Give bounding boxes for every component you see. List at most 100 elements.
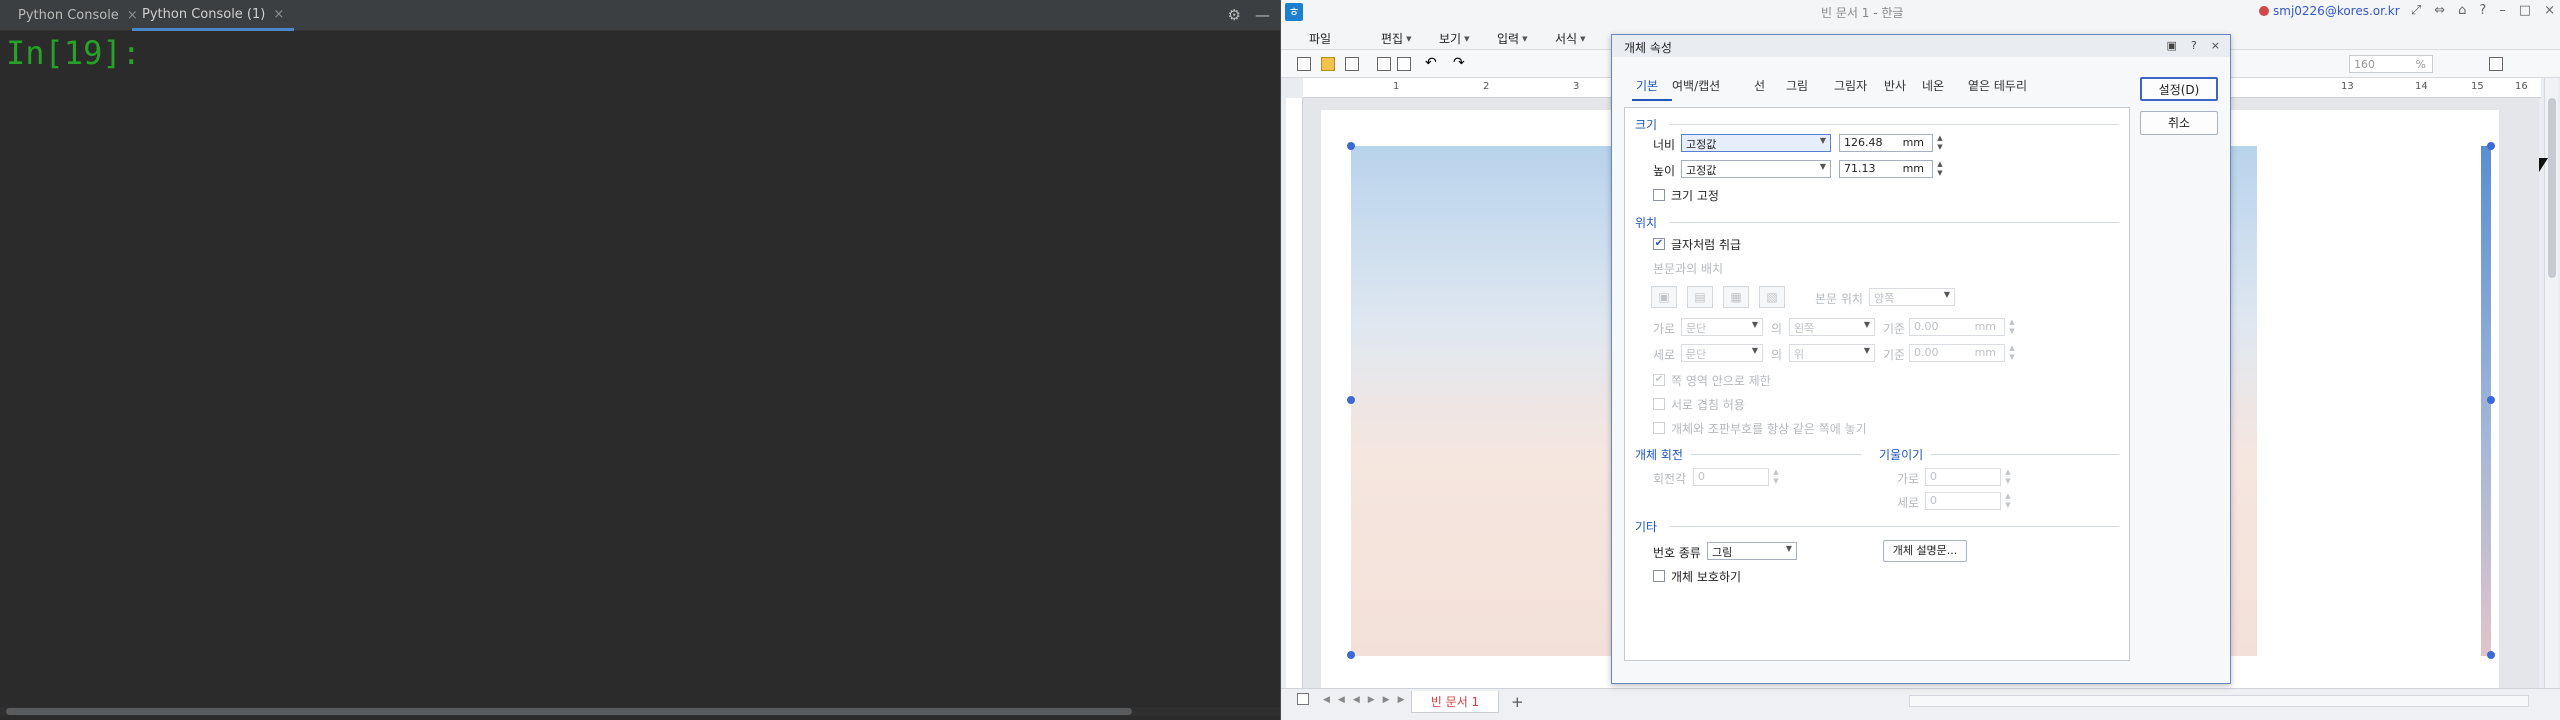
page-nav-arrows[interactable]: ◀◀◀▶▶▶ [1323, 695, 1413, 705]
rotation-angle-spinner[interactable]: ▲ ▼ [1771, 468, 1781, 486]
width-spinner[interactable]: ▲ ▼ [1935, 134, 1945, 152]
width-mode-select[interactable]: 고정값 ▼ [1681, 134, 1831, 152]
close-icon[interactable]: × [2211, 39, 2220, 52]
skew-horizontal-input[interactable]: 0 [1925, 468, 2001, 486]
user-account[interactable]: smj0226@kores.or.kr [2259, 4, 2400, 18]
wrap-square-icon[interactable]: ▣ [1651, 286, 1677, 308]
resize-handle[interactable] [1347, 142, 1355, 150]
tab-shadow[interactable]: 그림자 [1834, 77, 1867, 94]
tab-line[interactable]: 선 [1754, 77, 1765, 94]
select-value: 왼쪽 [1794, 322, 1815, 335]
help-icon[interactable]: ? [2191, 39, 2197, 52]
number-type-select[interactable]: 그림 ▼ [1707, 542, 1797, 560]
fullscreen-icon[interactable]: ⤢ [2411, 3, 2421, 18]
save-icon[interactable] [1345, 57, 1359, 71]
minimize-icon[interactable]: – [2499, 3, 2506, 18]
align-justify-icon[interactable] [2489, 57, 2503, 71]
width-input[interactable]: 126.48 mm [1839, 134, 1933, 152]
vertical-ruler[interactable] [1286, 98, 1303, 688]
console-prompt[interactable]: In[19]: [6, 34, 141, 72]
resize-handle[interactable] [2487, 142, 2495, 150]
menu-file[interactable]: 파일 [1309, 30, 1331, 47]
gear-icon[interactable]: ⚙ [1228, 6, 1241, 24]
print-icon[interactable] [1377, 57, 1391, 71]
hancom-logo-icon[interactable]: ㅎ [1285, 3, 1303, 21]
restore-icon[interactable]: ⇔ [2434, 3, 2445, 18]
tab-soft-edge[interactable]: 옅은 테두리 [1968, 77, 2027, 94]
keep-anchor-checkbox[interactable] [1653, 422, 1665, 434]
horizontal-offset-input[interactable]: 0.00 mm [1909, 318, 2005, 336]
rotation-angle-input[interactable]: 0 [1693, 468, 1769, 486]
open-folder-icon[interactable] [1321, 57, 1335, 71]
height-mode-select[interactable]: 고정값 ▼ [1681, 160, 1831, 178]
size-fix-checkbox[interactable] [1653, 189, 1665, 201]
resize-handle[interactable] [2487, 396, 2495, 404]
pin-icon[interactable]: ⌂ [2458, 3, 2466, 18]
dialog-layout-icon[interactable]: ▣ [2167, 39, 2177, 52]
python-console-pane: Python Console × Python Console (1) × ⚙ … [0, 0, 1280, 720]
redo-icon[interactable]: ↷ [1453, 56, 1467, 71]
object-description-button[interactable]: 개체 설명문... [1883, 540, 1967, 562]
zoom-field[interactable]: 160 % [2349, 55, 2433, 73]
horizontal-offset-spinner[interactable]: ▲ ▼ [2007, 318, 2017, 336]
active-tab-indicator [1632, 99, 1672, 101]
close-icon[interactable]: × [2544, 3, 2555, 18]
divider [1669, 124, 2119, 125]
wrap-top-bottom-icon[interactable]: ▤ [1687, 286, 1713, 308]
limit-to-page-checkbox[interactable]: ✔ [1653, 374, 1665, 386]
document-tab[interactable]: 빈 문서 1 [1411, 691, 1499, 713]
vertical-ref-select[interactable]: 문단 ▼ [1681, 344, 1763, 362]
height-spinner[interactable]: ▲ ▼ [1935, 160, 1945, 178]
vertical-dir-select[interactable]: 위 ▼ [1789, 344, 1875, 362]
unit-label: mm [1974, 320, 1996, 333]
preview-icon[interactable] [1397, 57, 1411, 71]
vertical-offset-spinner[interactable]: ▲ ▼ [2007, 344, 2017, 362]
skew-vertical-spinner[interactable]: ▲ ▼ [2003, 492, 2013, 510]
horizontal-dir-select[interactable]: 왼쪽 ▼ [1789, 318, 1875, 336]
menu-edit[interactable]: 편집 ▼ [1381, 30, 1411, 47]
view-toggle-icon[interactable] [1297, 693, 1309, 705]
wrap-front-text-icon[interactable]: ▧ [1759, 286, 1785, 308]
add-tab-button[interactable]: + [1511, 693, 1524, 711]
skew-vertical-input[interactable]: 0 [1925, 492, 2001, 510]
tab-neon[interactable]: 네온 [1922, 77, 1944, 94]
allow-overlap-checkbox[interactable] [1653, 398, 1665, 410]
tab-basic[interactable]: 기본 [1636, 77, 1658, 94]
tab-picture[interactable]: 그림 [1786, 77, 1808, 94]
help-icon[interactable]: ? [2479, 3, 2486, 18]
ok-button[interactable]: 설정(D) [2140, 77, 2218, 101]
maximize-icon[interactable]: □ [2519, 3, 2531, 18]
window-title: 빈 문서 1 - 한글 [1821, 6, 1904, 20]
menu-insert[interactable]: 입력 ▼ [1497, 30, 1527, 47]
document-horizontal-scrollbar[interactable] [1909, 695, 2529, 707]
minimize-icon[interactable]: — [1255, 6, 1270, 24]
body-position-select[interactable]: 양쪽 ▼ [1869, 288, 1955, 306]
console-horizontal-scrollbar[interactable] [0, 707, 1280, 716]
tab-reflection[interactable]: 반사 [1884, 77, 1906, 94]
resize-handle[interactable] [1347, 651, 1355, 659]
tab-python-console-1[interactable]: Python Console (1) × [132, 0, 295, 31]
resize-handle[interactable] [1347, 396, 1355, 404]
keep-anchor-label: 개체와 조판부호를 항상 같은 쪽에 놓기 [1671, 422, 1867, 436]
vertical-offset-input[interactable]: 0.00 mm [1909, 344, 2005, 362]
chevron-down-icon: ▼ [1522, 35, 1528, 43]
undo-icon[interactable]: ↶ [1425, 56, 1439, 71]
scrollbar-thumb[interactable] [6, 708, 1132, 715]
horizontal-ref-select[interactable]: 문단 ▼ [1681, 318, 1763, 336]
height-input[interactable]: 71.13 mm [1839, 160, 1933, 178]
scrollbar-thumb[interactable] [2548, 98, 2556, 278]
new-document-icon[interactable] [1297, 57, 1311, 71]
cancel-button[interactable]: 취소 [2140, 111, 2218, 135]
tab-margin-caption[interactable]: 여백/캡션 [1672, 77, 1720, 94]
wrap-behind-text-icon[interactable]: ▦ [1723, 286, 1749, 308]
protect-object-checkbox[interactable] [1653, 570, 1665, 582]
treat-as-char-checkbox[interactable]: ✔ [1653, 238, 1665, 250]
menu-view[interactable]: 보기 ▼ [1439, 30, 1469, 47]
user-avatar-icon [2259, 6, 2269, 16]
close-icon[interactable]: × [273, 7, 284, 22]
resize-handle[interactable] [2487, 651, 2495, 659]
menu-format[interactable]: 서식 ▼ [1555, 30, 1585, 47]
skew-horizontal-spinner[interactable]: ▲ ▼ [2003, 468, 2013, 486]
tab-python-console[interactable]: Python Console × [8, 0, 148, 31]
window-controls: ⤢ ⇔ ⌂ ? – □ × [2411, 3, 2555, 18]
